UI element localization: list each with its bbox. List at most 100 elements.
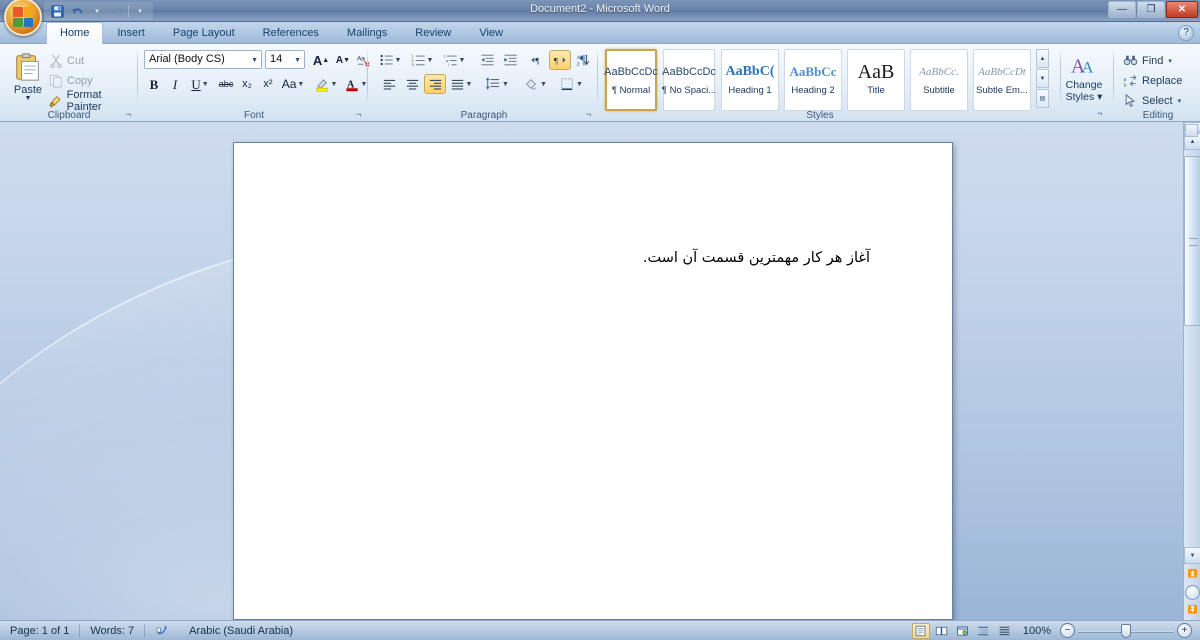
- underline-button[interactable]: U ▼: [186, 74, 214, 94]
- align-center-button[interactable]: [401, 74, 423, 94]
- zoom-level-label[interactable]: 100%: [1017, 625, 1057, 637]
- numbering-dropdown-icon[interactable]: ▼: [427, 57, 434, 64]
- zoom-out-button[interactable]: −: [1060, 623, 1075, 638]
- vertical-scrollbar[interactable]: ▲ ▼ ⏫ ⏬: [1183, 122, 1200, 620]
- scrollbar-thumb[interactable]: [1184, 156, 1200, 326]
- help-icon[interactable]: ?: [1178, 25, 1194, 41]
- word-count-indicator[interactable]: Words: 7: [80, 622, 144, 640]
- subscript-button[interactable]: x₂: [237, 74, 257, 94]
- tab-view[interactable]: View: [465, 22, 517, 44]
- tab-references[interactable]: References: [249, 22, 333, 44]
- view-print-layout-button[interactable]: [911, 622, 930, 639]
- show-formatting-marks-button[interactable]: ¶: [572, 50, 594, 70]
- rtl-text-direction-button[interactable]: ¶: [549, 50, 571, 70]
- numbering-button[interactable]: 123 ▼: [408, 50, 436, 70]
- grow-font-button[interactable]: A ▲: [310, 50, 332, 70]
- font-dialog-launcher[interactable]: [354, 110, 365, 121]
- cut-button[interactable]: Cut: [46, 52, 89, 70]
- view-outline-button[interactable]: [975, 623, 993, 639]
- shading-dropdown-icon[interactable]: ▼: [540, 81, 547, 88]
- justify-dropdown-icon[interactable]: ▼: [466, 81, 473, 88]
- previous-page-button[interactable]: ⏫: [1184, 565, 1200, 582]
- select-dropdown-icon[interactable]: ▾: [1178, 97, 1182, 105]
- ltr-text-direction-button[interactable]: ¶: [526, 50, 548, 70]
- maximize-button[interactable]: ❐: [1137, 1, 1165, 18]
- style-title[interactable]: AaB Title: [847, 49, 905, 111]
- paragraph-dialog-launcher[interactable]: [584, 110, 595, 121]
- next-page-button[interactable]: ⏬: [1184, 601, 1200, 618]
- multilevel-list-button[interactable]: 1ai ▼: [440, 50, 468, 70]
- view-web-layout-button[interactable]: [954, 623, 972, 639]
- text-highlight-button[interactable]: ▼: [312, 74, 340, 94]
- view-draft-button[interactable]: [996, 623, 1014, 639]
- style-subtitle[interactable]: AaBbCc. Subtitle: [910, 49, 968, 111]
- font-name-input[interactable]: Arial (Body CS) ▼: [144, 50, 262, 69]
- font-size-input[interactable]: 14 ▼: [265, 50, 305, 69]
- bullets-button[interactable]: ▼: [376, 50, 404, 70]
- document-page[interactable]: آغاز هر کار مهمترین قسمت آن است.: [233, 142, 953, 620]
- close-button[interactable]: ✕: [1166, 1, 1198, 18]
- superscript-button[interactable]: x²: [258, 74, 278, 94]
- borders-button[interactable]: ▼: [556, 74, 586, 94]
- styles-dialog-launcher[interactable]: [1095, 109, 1106, 120]
- tab-mailings[interactable]: Mailings: [333, 22, 401, 44]
- page-indicator[interactable]: Page: 1 of 1: [0, 622, 79, 640]
- font-name-dropdown-icon[interactable]: ▼: [251, 57, 258, 64]
- redo-icon[interactable]: [108, 3, 126, 20]
- shrink-font-button[interactable]: A ▼: [332, 50, 354, 70]
- change-case-dropdown-icon[interactable]: ▼: [297, 81, 304, 88]
- find-button[interactable]: Find ▾: [1120, 51, 1177, 70]
- decrease-indent-button[interactable]: [476, 50, 498, 70]
- change-case-button[interactable]: Aa ▼: [279, 74, 307, 94]
- highlight-dropdown-icon[interactable]: ▼: [331, 81, 338, 88]
- paste-button[interactable]: Paste ▼: [6, 48, 50, 110]
- underline-dropdown-icon[interactable]: ▼: [202, 81, 209, 88]
- styles-scroll-down-button[interactable]: ▼: [1036, 69, 1049, 88]
- zoom-slider[interactable]: [1078, 623, 1174, 639]
- line-spacing-button[interactable]: ▼: [482, 74, 512, 94]
- view-ruler-button[interactable]: [1185, 124, 1198, 137]
- italic-button[interactable]: I: [165, 74, 185, 94]
- customize-qat-icon[interactable]: ▾: [131, 3, 149, 20]
- minimize-button[interactable]: —: [1108, 1, 1136, 18]
- style-heading-2[interactable]: AaBbCc Heading 2: [784, 49, 842, 111]
- undo-icon[interactable]: [68, 3, 86, 20]
- view-full-screen-reading-button[interactable]: [933, 623, 951, 639]
- line-spacing-dropdown-icon[interactable]: ▼: [502, 81, 509, 88]
- language-indicator[interactable]: Arabic (Saudi Arabia): [179, 622, 303, 640]
- strikethrough-button[interactable]: abc: [216, 74, 236, 94]
- font-color-button[interactable]: A ▼: [342, 74, 370, 94]
- tab-insert[interactable]: Insert: [103, 22, 159, 44]
- multilevel-dropdown-icon[interactable]: ▼: [459, 57, 466, 64]
- scroll-down-button[interactable]: ▼: [1184, 547, 1200, 564]
- justify-button[interactable]: ▼: [447, 74, 475, 94]
- clipboard-dialog-launcher[interactable]: [124, 110, 135, 121]
- tab-home[interactable]: Home: [46, 22, 104, 44]
- styles-more-button[interactable]: ▤: [1036, 89, 1049, 108]
- replace-button[interactable]: ab Replace: [1120, 71, 1187, 90]
- copy-button[interactable]: Copy: [46, 72, 98, 90]
- style-subtle-emphasis[interactable]: AaBbCcDt Subtle Em...: [973, 49, 1031, 111]
- align-right-button[interactable]: [424, 74, 446, 94]
- undo-dropdown-icon[interactable]: ▾: [88, 3, 106, 20]
- proofing-status-button[interactable]: [145, 622, 179, 640]
- format-painter-button[interactable]: Format Painter: [46, 89, 138, 113]
- align-left-button[interactable]: [378, 74, 400, 94]
- bullets-dropdown-icon[interactable]: ▼: [395, 57, 402, 64]
- tab-page-layout[interactable]: Page Layout: [159, 22, 249, 44]
- style-normal[interactable]: AaBbCcDc ¶ Normal: [604, 49, 658, 111]
- shading-button[interactable]: ▼: [520, 74, 550, 94]
- increase-indent-button[interactable]: [499, 50, 521, 70]
- styles-scroll-up-button[interactable]: ▲: [1036, 49, 1049, 68]
- style-no-spacing[interactable]: AaBbCcDc ¶ No Spaci...: [662, 49, 716, 111]
- select-button[interactable]: Select ▾: [1120, 91, 1186, 110]
- zoom-slider-handle[interactable]: [1121, 623, 1131, 638]
- find-dropdown-icon[interactable]: ▾: [1168, 57, 1172, 65]
- zoom-in-button[interactable]: +: [1177, 623, 1192, 638]
- select-browse-object-button[interactable]: [1185, 585, 1200, 600]
- save-icon[interactable]: [48, 3, 66, 20]
- style-heading-1[interactable]: AaBbC( Heading 1: [721, 49, 779, 111]
- bold-button[interactable]: B: [144, 74, 164, 94]
- font-size-dropdown-icon[interactable]: ▼: [294, 57, 301, 64]
- change-styles-button[interactable]: A A Change Styles ▾: [1060, 48, 1108, 112]
